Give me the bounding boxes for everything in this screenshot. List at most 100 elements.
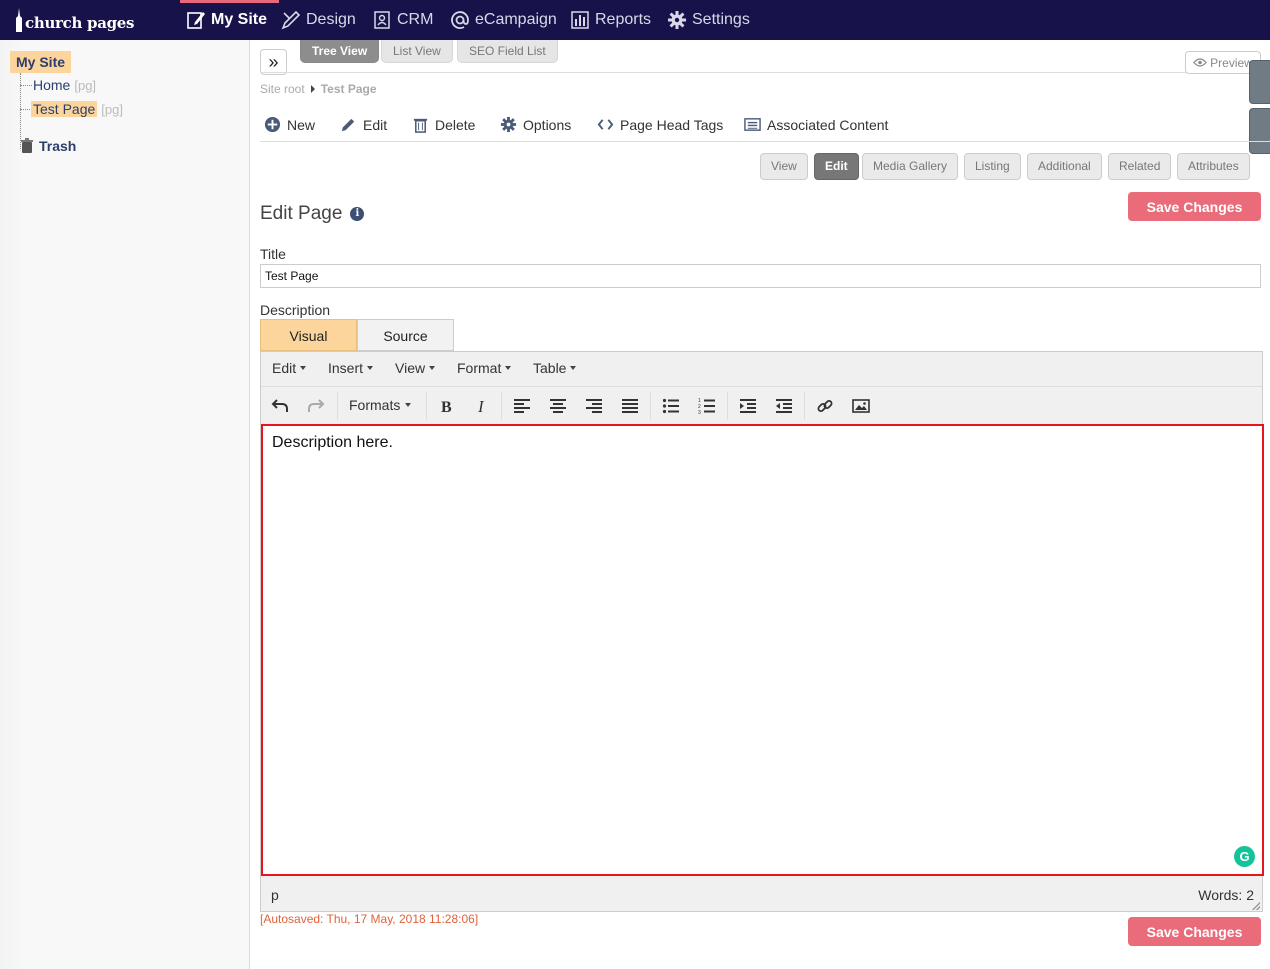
editor-menubar: Edit Insert View Format Table <box>261 352 1262 387</box>
align-center-icon <box>550 399 566 413</box>
tab-list-view[interactable]: List View <box>381 40 453 63</box>
trash-icon <box>413 118 428 133</box>
save-changes-button-bottom[interactable]: Save Changes <box>1128 917 1261 946</box>
bold-button[interactable]: B <box>435 395 457 417</box>
menu-edit[interactable]: Edit <box>272 360 307 376</box>
align-right-button[interactable] <box>583 395 605 417</box>
insert-image-button[interactable] <box>850 395 872 417</box>
subtab-related[interactable]: Related <box>1108 153 1172 180</box>
breadcrumb: Site root Test Page <box>260 82 377 96</box>
align-center-button[interactable] <box>547 395 569 417</box>
page-head-tags-button[interactable]: Page Head Tags <box>597 116 723 133</box>
subtab-edit[interactable]: Edit <box>814 153 859 180</box>
svg-text:3: 3 <box>698 410 701 415</box>
list-icon <box>744 118 761 131</box>
page-actions-bar: New Edit Delete Options Page Head Tags A… <box>260 114 1270 142</box>
new-button[interactable]: New <box>264 116 315 133</box>
nav-crm-label: CRM <box>397 11 434 28</box>
bold-icon: B <box>441 399 452 415</box>
element-path[interactable]: p <box>271 887 279 903</box>
nav-my-site[interactable]: My Site <box>179 0 280 40</box>
menu-label: Edit <box>272 360 297 376</box>
undo-button[interactable] <box>269 395 291 417</box>
tree-item-test-page[interactable]: Test Page [pg] <box>31 98 125 120</box>
indent-button[interactable] <box>773 395 795 417</box>
formats-dropdown[interactable]: Formats <box>349 397 412 413</box>
image-icon <box>852 399 870 413</box>
nav-design[interactable]: Design <box>281 0 356 40</box>
trash-can-icon <box>21 138 33 153</box>
tree-item-label: Test Page <box>31 101 98 117</box>
nav-ecampaign[interactable]: eCampaign <box>450 0 557 40</box>
options-label: Options <box>523 116 572 133</box>
numbered-list-icon: 123 <box>698 398 715 415</box>
nav-settings[interactable]: Settings <box>667 0 750 40</box>
svg-text:I: I <box>477 397 485 415</box>
numbered-list-button[interactable]: 123 <box>696 395 718 417</box>
page-title-text: Edit Page <box>260 203 343 224</box>
resize-handle-icon[interactable] <box>1252 902 1260 910</box>
menu-format[interactable]: Format <box>457 360 512 376</box>
menu-insert[interactable]: Insert <box>328 360 374 376</box>
editor-statusbar: p Words: 2 <box>261 878 1262 912</box>
subtab-attributes[interactable]: Attributes <box>1177 153 1250 180</box>
toolbar-separator <box>501 392 502 420</box>
top-navigation-bar: church pages My Site Design CRM eCampaig… <box>0 0 1270 40</box>
nav-crm[interactable]: CRM <box>372 0 433 40</box>
floating-widget-contact[interactable] <box>1249 60 1270 104</box>
tab-visual[interactable]: Visual <box>260 319 357 351</box>
bullet-list-button[interactable] <box>660 395 682 417</box>
justify-button[interactable] <box>619 395 641 417</box>
info-icon[interactable]: i <box>350 207 365 221</box>
outdent-button[interactable] <box>737 395 759 417</box>
save-changes-button[interactable]: Save Changes <box>1128 192 1261 221</box>
nav-my-site-label: My Site <box>211 11 268 28</box>
breadcrumb-current: Test Page <box>320 82 377 96</box>
tab-tree-view[interactable]: Tree View <box>300 40 380 63</box>
align-left-button[interactable] <box>511 395 533 417</box>
bullet-list-icon <box>662 398 679 414</box>
page-type-tag: [pg] <box>101 102 123 117</box>
insert-link-button[interactable] <box>814 395 836 417</box>
svg-text:B: B <box>441 399 452 415</box>
undo-icon <box>271 399 288 412</box>
subtab-additional[interactable]: Additional <box>1027 153 1102 180</box>
nav-reports[interactable]: Reports <box>570 0 651 40</box>
tree-root-my-site[interactable]: My Site <box>10 51 72 73</box>
plus-circle-icon <box>264 116 281 133</box>
caret-down-icon <box>505 366 512 370</box>
grammarly-icon[interactable]: G <box>1234 846 1255 867</box>
redo-button[interactable] <box>305 395 327 417</box>
logo-text: church pages <box>25 14 135 32</box>
tab-source[interactable]: Source <box>357 319 454 351</box>
subtab-listing[interactable]: Listing <box>964 153 1021 180</box>
toolbar-separator <box>337 392 338 420</box>
trash-label: Trash <box>39 138 77 154</box>
gear-icon <box>668 11 686 29</box>
church-pages-logo[interactable]: church pages <box>14 8 135 32</box>
menu-view[interactable]: View <box>395 360 436 376</box>
italic-button[interactable]: I <box>471 395 493 417</box>
tree-item-home[interactable]: Home [pg] <box>31 74 98 96</box>
caret-down-icon <box>405 403 412 407</box>
edit-button[interactable]: Edit <box>340 116 387 133</box>
associated-content-button[interactable]: Associated Content <box>744 116 888 133</box>
subtab-view[interactable]: View <box>760 153 808 180</box>
caret-down-icon <box>429 366 436 370</box>
nav-reports-label: Reports <box>595 11 652 28</box>
options-button[interactable]: Options <box>500 116 571 133</box>
breadcrumb-site-root[interactable]: Site root <box>260 82 305 96</box>
description-label: Description <box>260 302 331 318</box>
subtab-media-gallery[interactable]: Media Gallery <box>862 153 959 180</box>
menu-label: View <box>395 360 426 376</box>
tab-seo-field-list[interactable]: SEO Field List <box>457 40 558 63</box>
edit-page-icon <box>187 12 205 29</box>
preview-label: Preview <box>1210 55 1253 70</box>
menu-table[interactable]: Table <box>533 360 577 376</box>
delete-button[interactable]: Delete <box>412 116 475 133</box>
menu-label: Insert <box>328 360 364 376</box>
redo-icon <box>308 399 325 412</box>
title-input[interactable] <box>260 264 1261 288</box>
editor-content-area[interactable]: Description here. G <box>261 424 1264 876</box>
tree-item-trash[interactable]: Trash <box>20 138 76 154</box>
